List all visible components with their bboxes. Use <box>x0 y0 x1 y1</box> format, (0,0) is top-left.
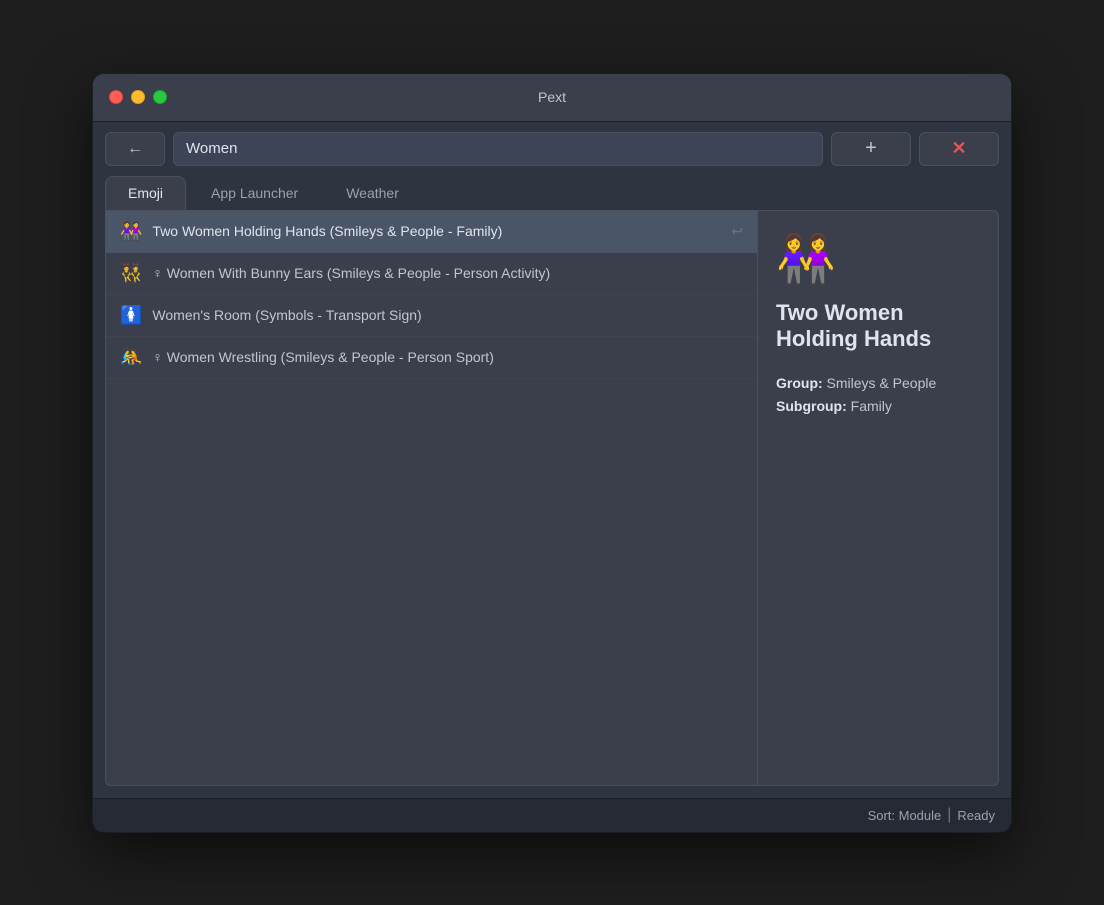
item-text: Two Women Holding Hands (Smileys & Peopl… <box>152 223 721 239</box>
tab-bar: Emoji App Launcher Weather <box>93 176 1011 210</box>
main-content: 👭 Two Women Holding Hands (Smileys & Peo… <box>105 210 999 786</box>
list-panel: 👭 Two Women Holding Hands (Smileys & Peo… <box>106 211 758 785</box>
maximize-button[interactable] <box>153 90 167 104</box>
status-separator: | <box>947 806 951 824</box>
detail-panel: 👭 Two Women Holding Hands Group: Smileys… <box>758 211 998 785</box>
sort-label: Sort: Module <box>868 808 942 823</box>
subgroup-value: Family <box>851 398 892 414</box>
list-item[interactable]: 👭 Two Women Holding Hands (Smileys & Peo… <box>106 211 757 253</box>
list-item[interactable]: 👯 ♀ Women With Bunny Ears (Smileys & Peo… <box>106 253 757 295</box>
group-label: Group: <box>776 375 823 391</box>
item-text: Women's Room (Symbols - Transport Sign) <box>152 307 743 323</box>
statusbar: Sort: Module | Ready <box>93 798 1011 832</box>
tab-weather[interactable]: Weather <box>323 176 422 210</box>
back-button[interactable]: ← <box>105 132 165 166</box>
item-emoji: 🚺 <box>120 305 142 326</box>
delete-button[interactable]: ✕ <box>919 132 999 166</box>
item-text: ♀ Women Wrestling (Smileys & People - Pe… <box>152 349 743 365</box>
item-emoji: 🤼 <box>120 347 142 368</box>
group-value: Smileys & People <box>827 375 937 391</box>
detail-title: Two Women Holding Hands <box>776 300 980 353</box>
list-item[interactable]: 🚺 Women's Room (Symbols - Transport Sign… <box>106 295 757 337</box>
tab-app-launcher[interactable]: App Launcher <box>188 176 321 210</box>
item-text: ♀ Women With Bunny Ears (Smileys & Peopl… <box>152 265 743 281</box>
minimize-button[interactable] <box>131 90 145 104</box>
item-emoji: 👯 <box>120 263 142 284</box>
traffic-lights <box>109 90 167 104</box>
status-label: Ready <box>957 808 995 823</box>
tab-emoji[interactable]: Emoji <box>105 176 186 210</box>
subgroup-label: Subgroup: <box>776 398 847 414</box>
add-button[interactable]: + <box>831 132 911 166</box>
close-button[interactable] <box>109 90 123 104</box>
detail-meta: Group: Smileys & People Subgroup: Family <box>776 372 980 417</box>
search-input[interactable] <box>173 132 823 166</box>
toolbar: ← + ✕ <box>93 122 1011 176</box>
window-title: Pext <box>538 89 566 105</box>
main-window: Pext ← + ✕ Emoji App Launcher Weather 👭 … <box>92 73 1012 833</box>
titlebar: Pext <box>93 74 1011 122</box>
enter-icon: ↩ <box>731 223 743 240</box>
detail-emoji: 👭 <box>776 231 980 288</box>
list-item[interactable]: 🤼 ♀ Women Wrestling (Smileys & People - … <box>106 337 757 379</box>
item-emoji: 👭 <box>120 221 142 242</box>
